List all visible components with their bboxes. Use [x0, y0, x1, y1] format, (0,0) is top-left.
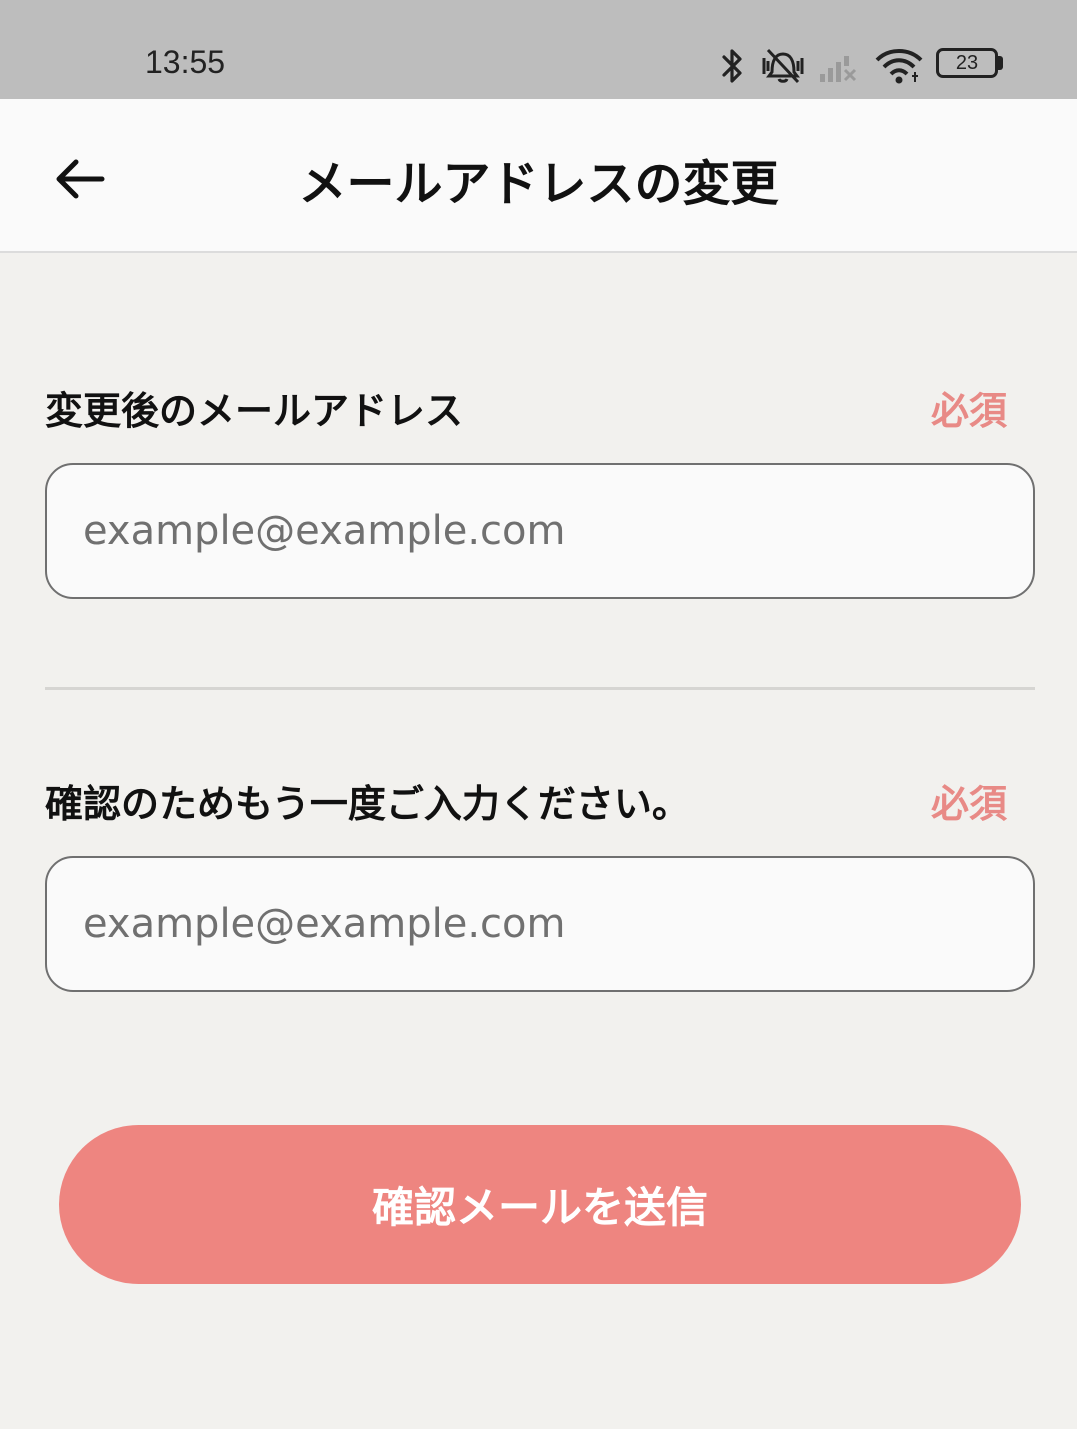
bluetooth-icon	[722, 49, 742, 83]
confirm-email-input[interactable]	[45, 856, 1035, 992]
status-time: 13:55	[145, 44, 226, 80]
new-email-label: 変更後のメールアドレス	[45, 389, 464, 433]
divider	[45, 687, 1035, 690]
vibrate-off-icon	[762, 48, 804, 84]
confirm-email-label: 確認のためもう一度ご入力ください。	[45, 782, 690, 826]
new-email-required-badge: 必須	[930, 389, 1007, 433]
confirm-email-required-badge: 必須	[930, 782, 1007, 826]
battery-nub	[998, 56, 1003, 70]
app-bar: メールアドレスの変更	[0, 99, 1077, 253]
wifi-icon	[875, 49, 923, 84]
status-bar: 13:55 23	[0, 0, 1077, 99]
page-title: メールアドレスの変更	[298, 156, 779, 212]
send-confirmation-button[interactable]: 確認メールを送信	[59, 1125, 1021, 1284]
signal-off-icon	[820, 56, 857, 82]
battery-level: 23	[955, 52, 979, 74]
new-email-input[interactable]	[45, 463, 1035, 599]
